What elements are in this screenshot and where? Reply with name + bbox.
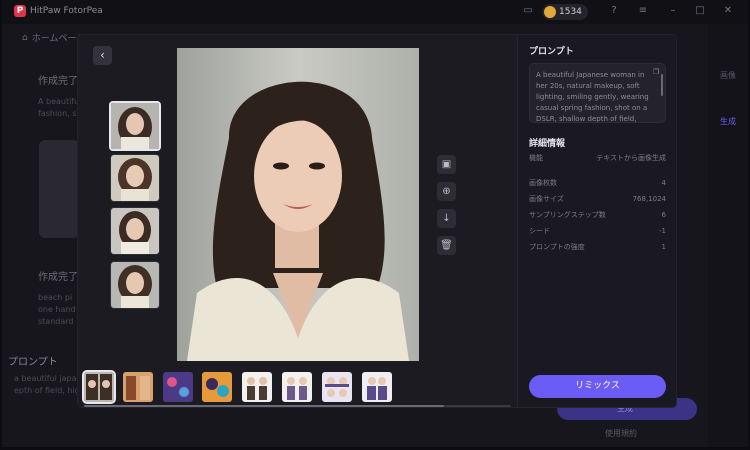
image-viewer-panel: ‹ ▣ ⊕ ↓ 🗑: [78, 35, 517, 407]
history-thumbnail[interactable]: [202, 372, 232, 402]
detail-label: 機能: [529, 154, 543, 162]
detail-value: 6: [661, 211, 666, 219]
variant-thumbnail[interactable]: [109, 101, 161, 151]
trash-icon[interactable]: 🗑: [437, 236, 456, 255]
history-thumbnail[interactable]: [82, 370, 116, 404]
bg-card-title: 作成完了: [38, 272, 78, 283]
credits-badge[interactable]: 1534: [542, 4, 588, 20]
credits-count: 1534: [559, 7, 582, 17]
prompt-title: プロンプト: [529, 47, 574, 57]
thumbnail-scrollbar[interactable]: [84, 405, 511, 407]
info-panel: プロンプト A beautiful Japanese woman in her …: [517, 35, 676, 407]
bg-thumbnail: [39, 140, 79, 238]
detail-value: 1: [661, 243, 666, 251]
zoom-icon[interactable]: ⊕: [437, 182, 456, 201]
detail-label: サンプリングステップ数: [529, 211, 606, 219]
scrollbar-thumb[interactable]: [84, 405, 444, 407]
gift-icon[interactable]: ▭: [522, 5, 534, 17]
details-title: 詳細情報: [529, 139, 566, 149]
bg-prompt-title: プロンプト: [8, 357, 58, 368]
minimize-icon[interactable]: –: [667, 5, 679, 17]
detail-label: プロンプトの強度: [529, 243, 585, 251]
rail-item-generate[interactable]: 生成: [708, 116, 748, 127]
home-icon: ⌂: [22, 32, 28, 43]
download-icon[interactable]: ↓: [437, 209, 456, 228]
detail-value: 4: [661, 179, 666, 187]
bg-card-text: one hand: [38, 305, 76, 314]
coin-icon: [544, 6, 556, 18]
bg-prompt-text: a beautiful japan: [14, 374, 82, 383]
app-logo: P: [14, 5, 26, 17]
close-icon[interactable]: ✕: [722, 5, 734, 17]
history-thumbnail[interactable]: [362, 372, 392, 402]
detail-value: 768,1024: [632, 195, 666, 203]
menu-icon[interactable]: ≡: [637, 5, 649, 17]
prompt-box: A beautiful Japanese woman in her 20s, n…: [529, 63, 666, 123]
app-title: HitPaw FotorPea: [30, 6, 103, 16]
history-thumbnail[interactable]: [322, 372, 352, 402]
rail-item-image[interactable]: 画像: [708, 70, 748, 81]
history-thumbnail[interactable]: [282, 372, 312, 402]
variant-thumbnail[interactable]: [110, 154, 160, 202]
help-icon[interactable]: ?: [608, 5, 620, 17]
bg-card-title: 作成完了: [38, 76, 78, 87]
history-thumbnail[interactable]: [163, 372, 193, 402]
bg-prompt-text: epth of field, hig: [14, 386, 80, 395]
remix-button[interactable]: リミックス: [529, 375, 666, 398]
variant-thumbnail[interactable]: [110, 207, 160, 255]
image-icon[interactable]: ▣: [437, 155, 456, 174]
breadcrumb[interactable]: ⌂ ホームページ: [22, 31, 85, 45]
detail-label: シード: [529, 227, 550, 235]
main-generated-image[interactable]: [177, 48, 419, 361]
history-thumbnail[interactable]: [242, 372, 272, 402]
variant-thumbnail[interactable]: [110, 261, 160, 309]
app-window: P HitPaw FotorPea 1534 ▭ ? ≡ – □ ✕ ⌂ ホーム…: [2, 0, 748, 447]
title-bar: P HitPaw FotorPea 1534 ▭ ? ≡ – □ ✕: [2, 0, 748, 24]
detail-value: -1: [659, 227, 666, 235]
bg-footer-note: 使用規約: [605, 429, 637, 438]
bg-card-text: beach pi: [38, 293, 73, 302]
prompt-text: A beautiful Japanese woman in her 20s, n…: [536, 71, 649, 123]
prompt-scrollbar[interactable]: [661, 74, 663, 96]
right-rail: 画像 生成: [708, 24, 748, 447]
bg-card-text: standard: [38, 317, 74, 326]
detail-value: テキストから画像生成: [596, 154, 666, 162]
detail-label: 画像サイズ: [529, 195, 564, 203]
bg-card-text: fashion, s: [38, 109, 77, 118]
detail-label: 画像枚数: [529, 179, 557, 187]
image-detail-modal: ‹ ▣ ⊕ ↓ 🗑 プロンプト A beautiful Japanese wom…: [78, 35, 676, 407]
maximize-icon[interactable]: □: [694, 5, 706, 17]
history-thumbnail[interactable]: [123, 372, 153, 402]
copy-icon[interactable]: ❐: [653, 68, 661, 76]
bg-card-text: A beautiful: [38, 97, 82, 106]
back-button[interactable]: ‹: [93, 46, 112, 65]
